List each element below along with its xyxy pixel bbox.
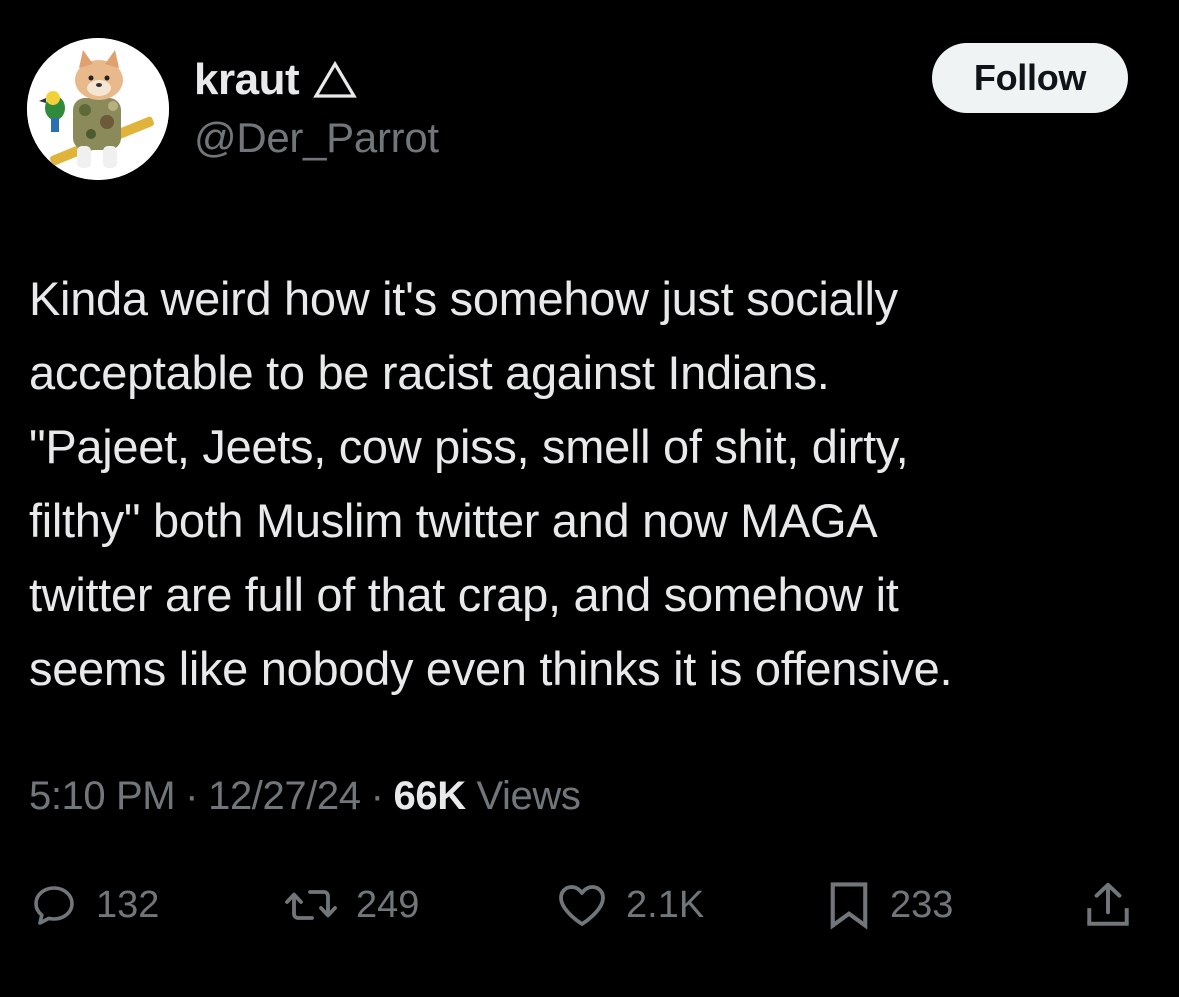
share-icon	[1087, 882, 1129, 926]
bookmark-count: 233	[890, 883, 954, 926]
views-label: Views	[476, 774, 581, 818]
user-name-row: kraut	[194, 52, 357, 108]
tweet-meta: 5:10 PM · 12/27/24 · 66K Views	[29, 774, 581, 819]
repost-count: 249	[356, 883, 420, 926]
bookmark-button[interactable]: 233	[826, 870, 953, 940]
heart-icon	[559, 885, 605, 926]
triangle-icon	[313, 60, 357, 100]
tweet-text: Kinda weird how it's somehow just social…	[29, 272, 953, 695]
repost-button[interactable]: 249	[284, 870, 419, 940]
like-button[interactable]: 2.1K	[556, 870, 704, 940]
views-group[interactable]: 66K Views	[394, 774, 581, 819]
reply-button[interactable]: 132	[30, 870, 159, 940]
reply-icon	[34, 886, 74, 925]
tweet: kraut @Der_Parrot Follow Kinda weird how…	[0, 0, 1179, 997]
display-name[interactable]: kraut	[194, 55, 300, 105]
like-count: 2.1K	[626, 883, 705, 926]
meta-separator: ·	[370, 774, 384, 818]
repost-icon	[285, 890, 337, 920]
reply-count: 132	[96, 883, 160, 926]
follow-button[interactable]: Follow	[932, 43, 1128, 113]
meta-separator: ·	[185, 774, 199, 818]
bookmark-icon	[830, 882, 868, 930]
tweet-date[interactable]: 12/27/24	[208, 774, 361, 819]
action-bar: 132 249 2.1K 233	[0, 870, 1179, 940]
views-count: 66K	[393, 774, 467, 818]
share-button[interactable]	[1083, 870, 1133, 940]
dog-avatar-icon	[27, 38, 169, 180]
avatar[interactable]	[27, 38, 169, 180]
user-handle[interactable]: @Der_Parrot	[194, 114, 439, 162]
tweet-time[interactable]: 5:10 PM	[29, 774, 176, 819]
